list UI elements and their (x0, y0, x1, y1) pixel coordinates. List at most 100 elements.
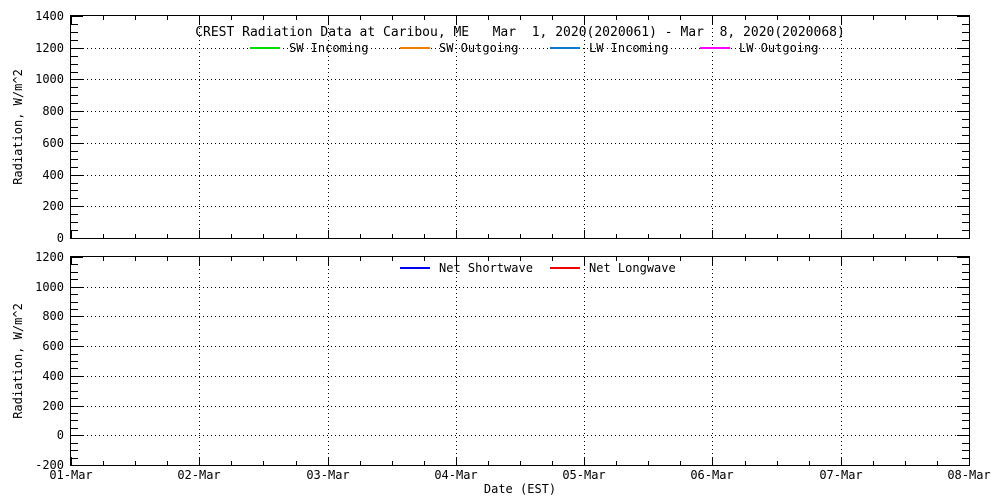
x-axis-tick (969, 16, 970, 24)
y-axis-tick (962, 214, 969, 215)
x-axis-minor-tick (296, 257, 297, 261)
x-axis-minor-tick (424, 16, 425, 20)
h-gridline (71, 435, 969, 436)
x-axis-minor-tick (809, 461, 810, 465)
x-axis-minor-tick (296, 234, 297, 238)
y-axis-tick (962, 167, 969, 168)
x-axis-minor-tick (552, 461, 553, 465)
x-tick-label: 05-Mar (549, 468, 619, 482)
y-axis-tick (71, 32, 78, 33)
radiation-figure: CREST Radiation Data at Caribou, ME Mar … (0, 0, 1000, 500)
y-axis-tick (957, 465, 969, 466)
y-axis-tick (962, 368, 969, 369)
x-axis-minor-tick (231, 234, 232, 238)
x-axis-minor-tick (616, 16, 617, 20)
y-axis-tick (962, 309, 969, 310)
y-axis-tick (957, 16, 969, 17)
y-tick-label: 200 (0, 199, 64, 213)
y-axis-tick (962, 324, 969, 325)
y-axis-tick (957, 238, 969, 239)
h-gridline (71, 111, 969, 112)
y-axis-tick (962, 420, 969, 421)
x-axis-minor-tick (263, 257, 264, 261)
y-axis-tick (962, 127, 969, 128)
y-axis-tick (962, 383, 969, 384)
v-gridline (199, 16, 200, 238)
y-axis-tick (962, 458, 969, 459)
y-tick-label: 400 (0, 168, 64, 182)
v-gridline (199, 257, 200, 465)
y-axis-tick (71, 183, 78, 184)
legend-label: Net Shortwave (439, 261, 533, 275)
x-axis-minor-tick (167, 461, 168, 465)
y-axis-tick (962, 40, 969, 41)
legend-item: Net Shortwave (400, 261, 533, 275)
y-axis-tick (71, 95, 78, 96)
x-axis-minor-tick (424, 234, 425, 238)
y-axis-tick (962, 272, 969, 273)
x-axis-minor-tick (488, 461, 489, 465)
x-axis-minor-tick (745, 16, 746, 20)
x-axis-minor-tick (520, 461, 521, 465)
legend-item: SW Outgoing (400, 41, 518, 55)
x-axis-minor-tick (648, 234, 649, 238)
y-tick-label: 600 (0, 339, 64, 353)
x-axis-minor-tick (937, 234, 938, 238)
x-axis-tick (71, 230, 72, 238)
x-axis-minor-tick (745, 257, 746, 261)
x-axis-minor-tick (873, 257, 874, 261)
x-axis-minor-tick (873, 234, 874, 238)
y-tick-label: 600 (0, 136, 64, 150)
legend-line-sw-incoming (250, 47, 280, 49)
y-tick-label: 400 (0, 369, 64, 383)
y-axis-tick (962, 32, 969, 33)
y-axis-tick (962, 398, 969, 399)
y-axis-tick (71, 383, 78, 384)
y-axis-tick (71, 167, 78, 168)
x-axis-minor-tick (167, 234, 168, 238)
legend-line-lw-outgoing (700, 47, 730, 49)
x-axis-minor-tick (680, 234, 681, 238)
y-axis-tick (962, 391, 969, 392)
x-axis-minor-tick (616, 461, 617, 465)
x-axis-minor-tick (680, 16, 681, 20)
legend-item: LW Outgoing (700, 41, 818, 55)
x-axis-minor-tick (360, 461, 361, 465)
h-gridline (71, 406, 969, 407)
y-axis-tick (957, 257, 969, 258)
y-axis-tick (71, 428, 78, 429)
x-tick-label: 08-Mar (934, 468, 1000, 482)
top-plot-area: CREST Radiation Data at Caribou, ME Mar … (70, 15, 970, 239)
h-gridline (71, 316, 969, 317)
y-axis-tick (71, 398, 78, 399)
y-axis-tick (71, 190, 78, 191)
x-tick-label: 07-Mar (806, 468, 876, 482)
y-axis-tick (71, 294, 78, 295)
x-axis-minor-tick (648, 16, 649, 20)
y-axis-tick (71, 368, 78, 369)
x-tick-label: 01-Mar (36, 468, 106, 482)
x-axis-tick (969, 457, 970, 465)
x-axis-minor-tick (231, 257, 232, 261)
x-axis-minor-tick (488, 16, 489, 20)
y-axis-tick (71, 458, 78, 459)
x-axis-minor-tick (777, 16, 778, 20)
x-axis-minor-tick (777, 257, 778, 261)
x-tick-labels: 01-Mar02-Mar03-Mar04-Mar05-Mar06-Mar07-M… (71, 468, 969, 482)
y-axis-tick (71, 135, 78, 136)
x-axis-tick (969, 230, 970, 238)
h-gridline (71, 206, 969, 207)
h-gridline (71, 48, 969, 49)
h-gridline (71, 79, 969, 80)
y-axis-tick (962, 24, 969, 25)
legend-label: LW Outgoing (739, 41, 818, 55)
x-axis-minor-tick (905, 461, 906, 465)
v-gridline (456, 257, 457, 465)
y-axis-tick (71, 309, 78, 310)
x-axis-minor-tick (103, 461, 104, 465)
y-axis-tick (962, 443, 969, 444)
x-axis-minor-tick (103, 16, 104, 20)
x-axis-title: Date (EST) (70, 482, 970, 496)
y-tick-label: 200 (0, 399, 64, 413)
y-axis-tick (71, 87, 78, 88)
